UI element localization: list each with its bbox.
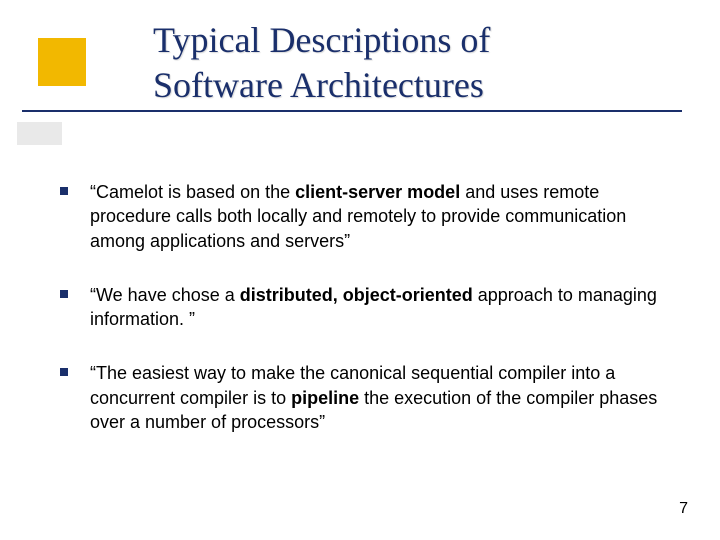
text-pre: “Camelot is based on the <box>90 182 295 202</box>
square-bullet-icon <box>60 187 68 195</box>
bullet-text: “We have chose a distributed, object-ori… <box>90 283 675 332</box>
text-bold: pipeline <box>291 388 359 408</box>
text-bold: client-server model <box>295 182 460 202</box>
title-underline <box>22 110 682 112</box>
slide-body: “Camelot is based on the client-server m… <box>60 180 675 464</box>
title-line-1: Typical Descriptions of <box>153 20 490 60</box>
text-pre: “We have chose a <box>90 285 240 305</box>
page-number: 7 <box>679 500 688 518</box>
slide-title: Typical Descriptions of Software Archite… <box>153 18 490 108</box>
list-item: “The easiest way to make the canonical s… <box>60 361 675 434</box>
square-bullet-icon <box>60 290 68 298</box>
list-item: “We have chose a distributed, object-ori… <box>60 283 675 332</box>
list-item: “Camelot is based on the client-server m… <box>60 180 675 253</box>
decor-gray-rect <box>17 122 62 145</box>
bullet-text: “The easiest way to make the canonical s… <box>90 361 675 434</box>
square-bullet-icon <box>60 368 68 376</box>
title-line-2: Software Architectures <box>153 65 484 105</box>
decor-yellow-square <box>38 38 86 86</box>
bullet-text: “Camelot is based on the client-server m… <box>90 180 675 253</box>
text-bold: distributed, object-oriented <box>240 285 473 305</box>
